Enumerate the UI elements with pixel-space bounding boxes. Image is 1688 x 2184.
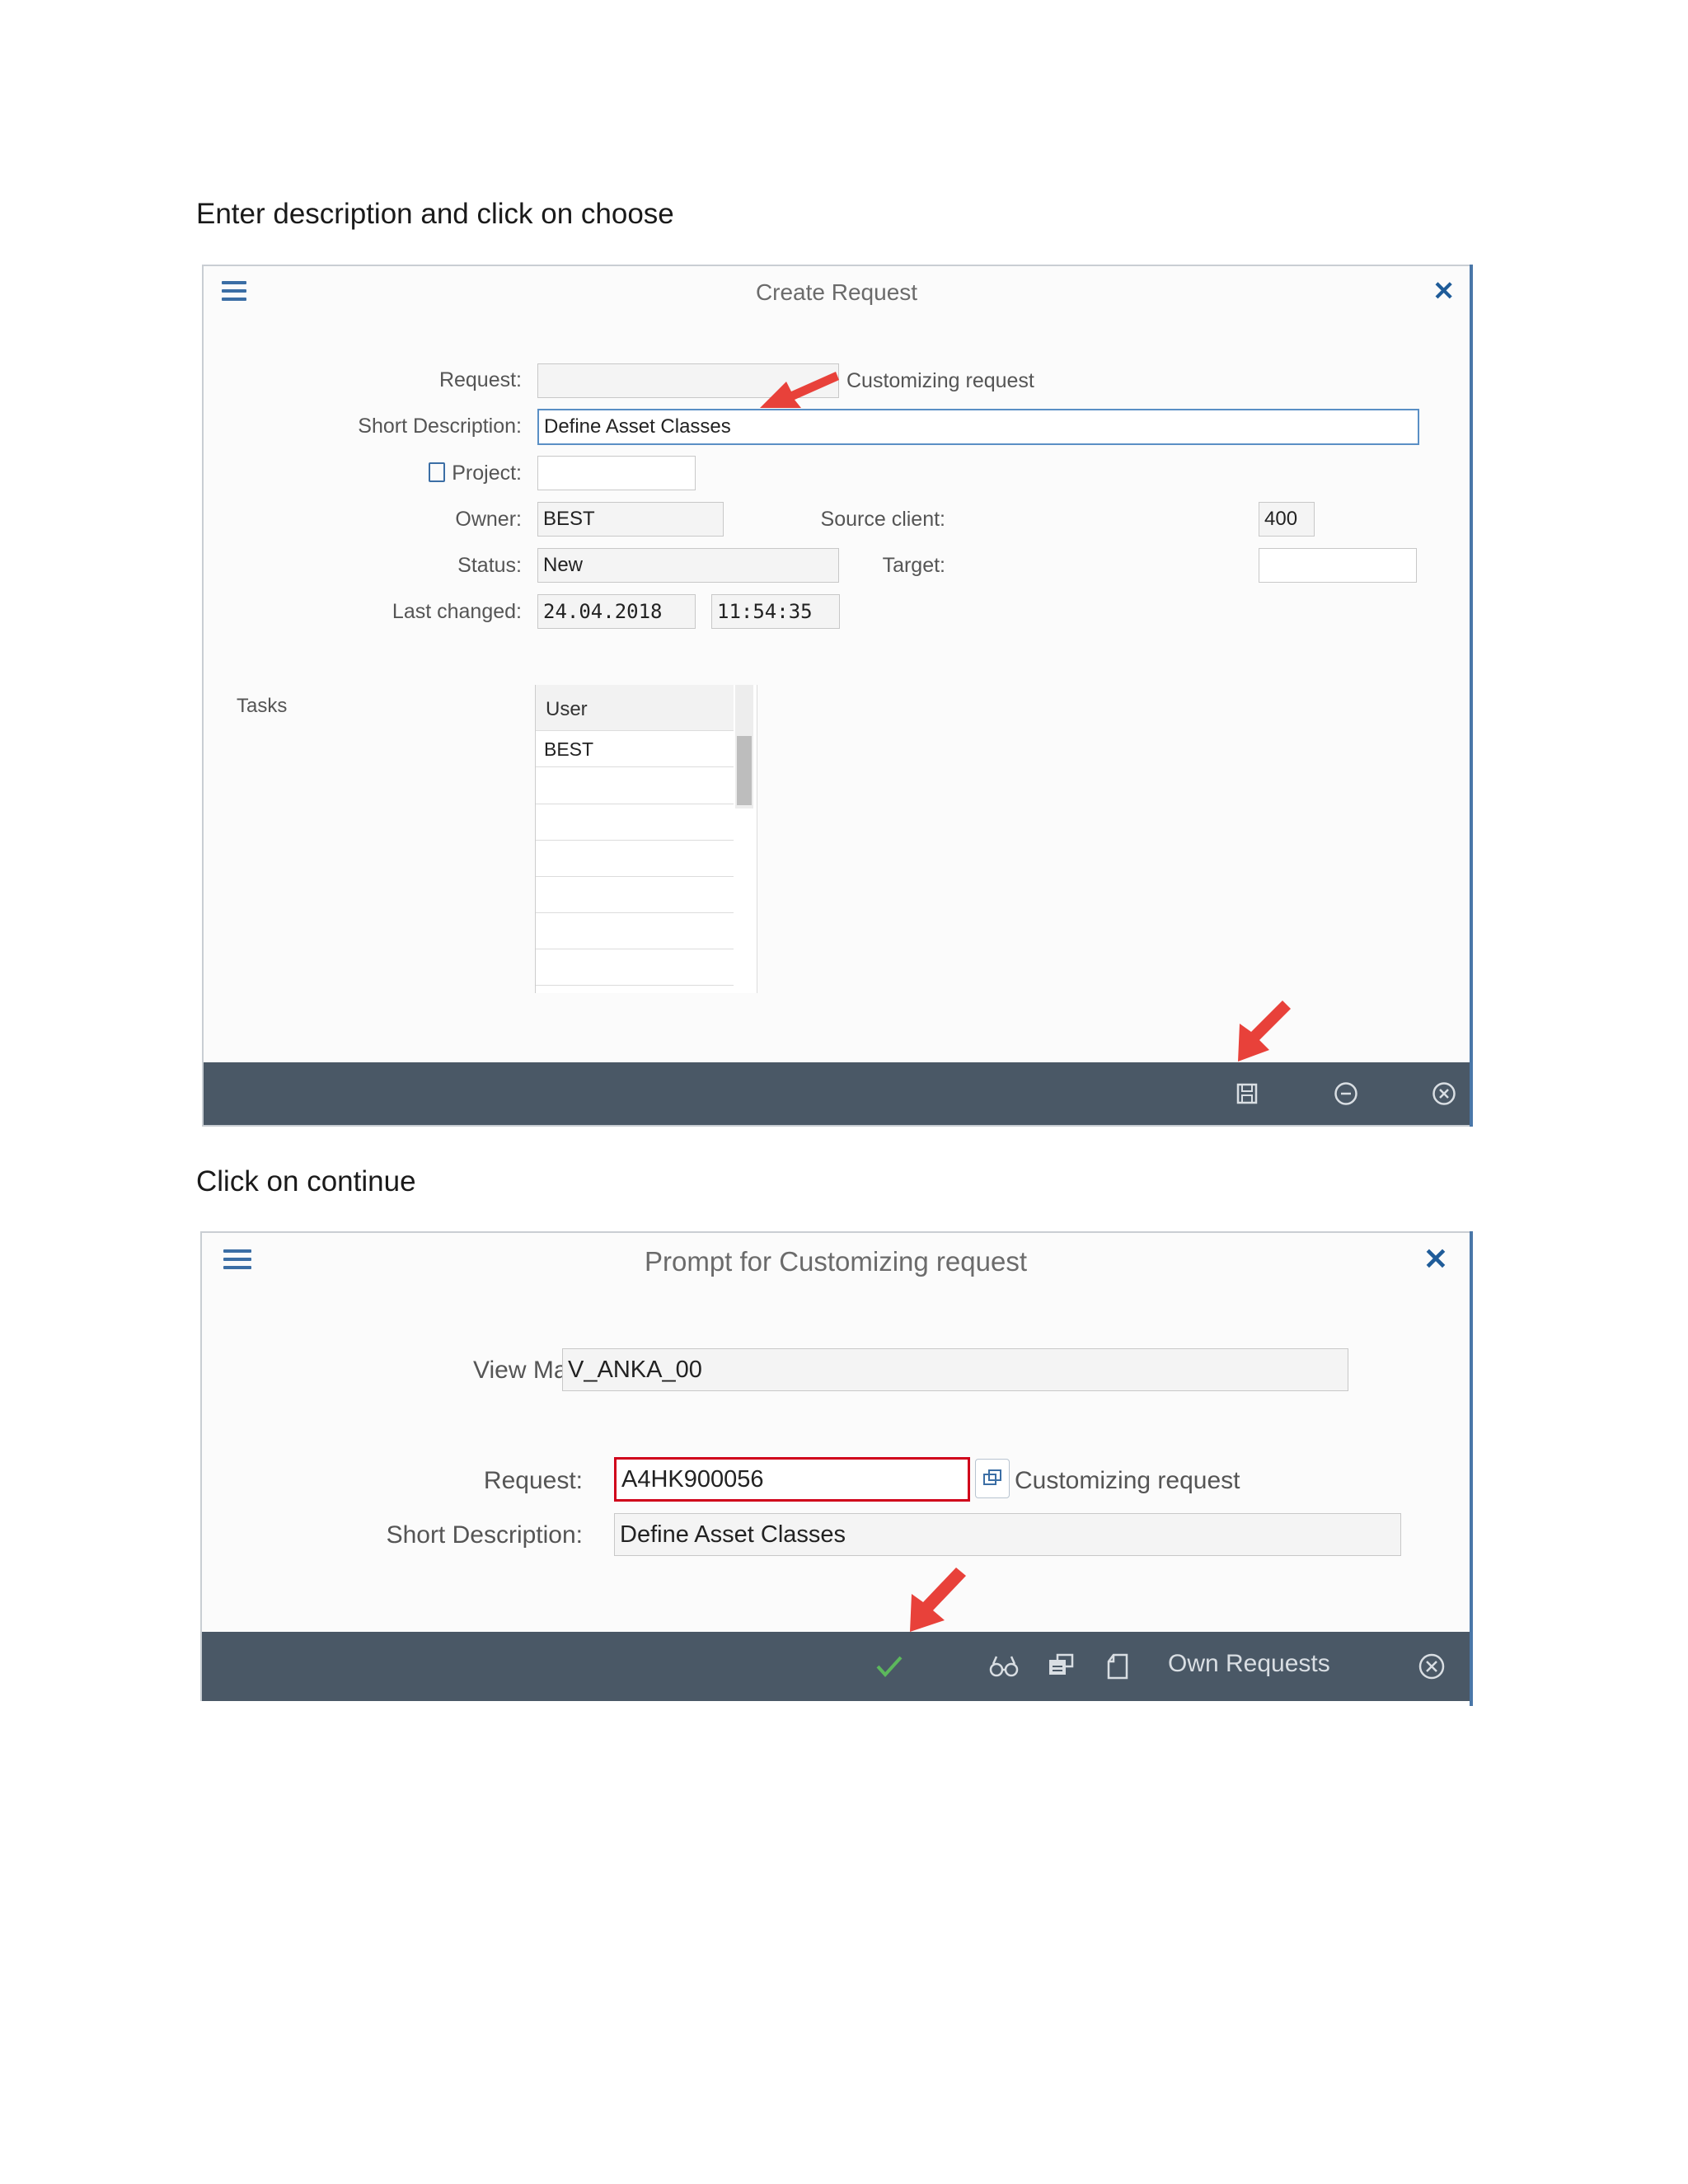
- table-row[interactable]: [536, 804, 734, 841]
- table-row[interactable]: [536, 767, 734, 804]
- source-client-field: 400: [1259, 502, 1315, 537]
- request-search-help-icon[interactable]: [975, 1459, 1010, 1498]
- short-description-label: Short Description:: [386, 1521, 583, 1549]
- own-requests-button[interactable]: Own Requests: [1168, 1650, 1330, 1678]
- last-changed-label: Last changed:: [392, 600, 522, 623]
- view-maintenance-field: V_ANKA_00: [562, 1348, 1348, 1391]
- cancel-circle-icon[interactable]: [1431, 1080, 1457, 1107]
- minus-circle-icon[interactable]: [1333, 1080, 1359, 1107]
- dialog-footer-toolbar: [204, 1062, 1470, 1125]
- owner-label: Owner:: [455, 508, 522, 531]
- prompt-customizing-dialog: Prompt for Customizing request ✕ View Ma…: [200, 1231, 1473, 1706]
- tasks-table: User BEST: [535, 685, 757, 993]
- short-description-input[interactable]: Define Asset Classes: [537, 409, 1419, 445]
- project-input[interactable]: [537, 456, 696, 490]
- dialog-footer-toolbar: Own Requests: [202, 1632, 1470, 1701]
- request-label: Request:: [438, 368, 522, 391]
- table-row[interactable]: BEST: [536, 731, 734, 767]
- target-input[interactable]: [1259, 548, 1417, 583]
- status-field: New: [537, 548, 839, 583]
- source-client-label: Source client:: [820, 508, 945, 531]
- tasks-scrollbar-thumb[interactable]: [737, 736, 752, 805]
- short-description-label: Short Description:: [358, 415, 522, 438]
- target-label: Target:: [882, 554, 945, 577]
- table-row[interactable]: [536, 876, 734, 913]
- last-changed-date: 24.04.2018: [537, 594, 696, 629]
- close-icon[interactable]: ✕: [1423, 1244, 1448, 1274]
- dialog-title: Create Request: [755, 279, 918, 305]
- close-icon[interactable]: ✕: [1432, 278, 1455, 304]
- instruction-caption-2: Click on continue: [196, 1165, 416, 1197]
- transport-icon[interactable]: [1046, 1652, 1076, 1681]
- project-document-icon: [429, 462, 446, 482]
- table-row[interactable]: [536, 949, 734, 986]
- red-pointer-arrow-icon: [1238, 1001, 1291, 1062]
- request-input[interactable]: A4HK900056: [614, 1457, 970, 1502]
- checkmark-icon[interactable]: [874, 1653, 904, 1680]
- red-pointer-arrow-icon: [910, 1568, 966, 1632]
- table-row[interactable]: [536, 912, 734, 949]
- glasses-icon[interactable]: [988, 1653, 1020, 1680]
- tasks-label: Tasks: [237, 695, 288, 717]
- red-pointer-arrow-icon: [760, 372, 839, 408]
- last-changed-time: 11:54:35: [711, 594, 840, 629]
- status-label: Status:: [457, 554, 522, 577]
- instruction-caption-1: Enter description and click on choose: [196, 198, 674, 230]
- request-type-text: Customizing request: [1015, 1467, 1240, 1494]
- tasks-table-header: User: [536, 685, 734, 731]
- cancel-circle-icon[interactable]: [1417, 1652, 1447, 1681]
- owner-field: BEST: [537, 502, 724, 537]
- save-icon[interactable]: [1236, 1082, 1259, 1105]
- request-label: Request:: [483, 1467, 583, 1494]
- new-document-icon[interactable]: [1105, 1652, 1130, 1681]
- request-type-text: Customizing request: [846, 369, 1034, 392]
- project-label: Project:: [429, 462, 522, 485]
- table-row[interactable]: [536, 840, 734, 877]
- short-description-field: Define Asset Classes: [614, 1513, 1401, 1556]
- dialog-title: Prompt for Customizing request: [644, 1246, 1027, 1277]
